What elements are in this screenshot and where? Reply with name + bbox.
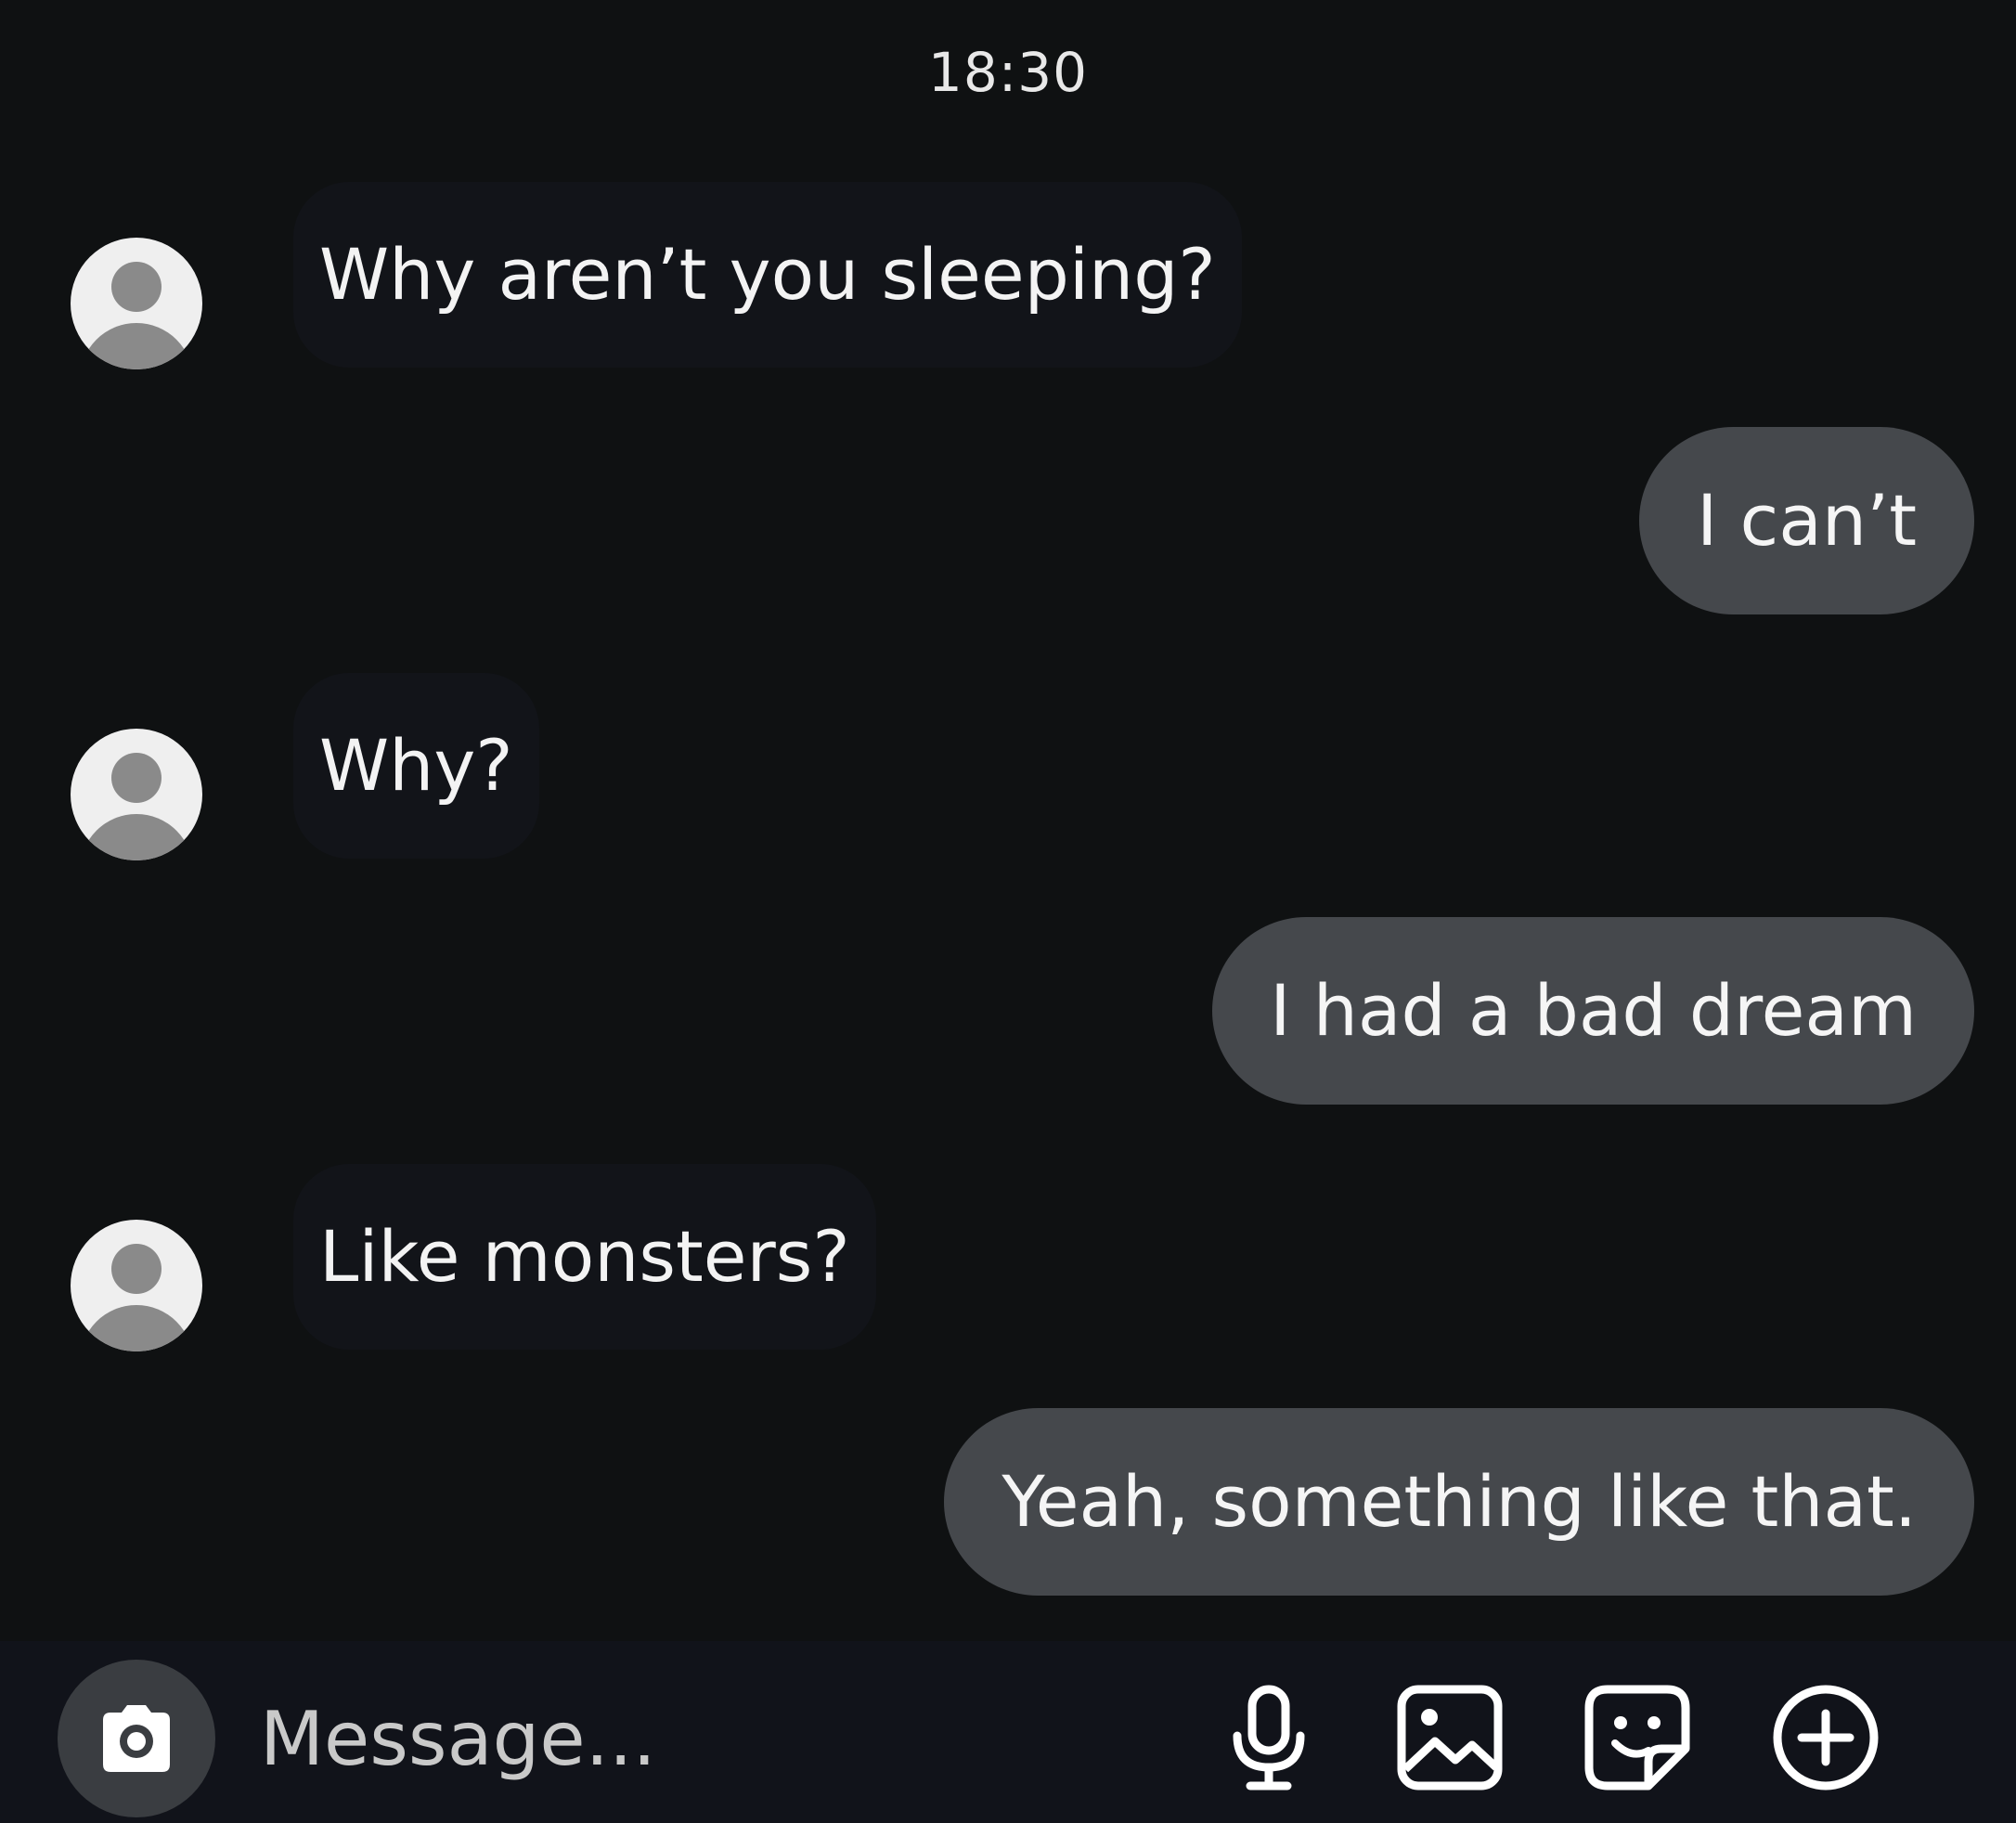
sticker-button[interactable] bbox=[1580, 1680, 1695, 1795]
message-input[interactable] bbox=[260, 1678, 1170, 1799]
gallery-icon bbox=[1397, 1685, 1503, 1791]
message-row: I had a bad dream bbox=[0, 917, 2016, 1105]
gallery-button[interactable] bbox=[1392, 1680, 1507, 1795]
sender-avatar[interactable] bbox=[71, 238, 202, 369]
sticker-icon bbox=[1584, 1685, 1690, 1791]
add-button[interactable] bbox=[1768, 1680, 1883, 1795]
message-row: Like monsters? bbox=[0, 1164, 2016, 1351]
incoming-message-bubble[interactable]: Why? bbox=[293, 673, 539, 859]
avatar-head-icon bbox=[111, 753, 162, 803]
microphone-button[interactable] bbox=[1211, 1680, 1326, 1795]
camera-button[interactable] bbox=[58, 1660, 215, 1817]
incoming-message-bubble[interactable]: Like monsters? bbox=[293, 1164, 876, 1350]
message-composer bbox=[0, 1641, 2016, 1823]
avatar-body-icon bbox=[80, 814, 193, 860]
sender-avatar[interactable] bbox=[71, 1220, 202, 1351]
incoming-message-bubble[interactable]: Why aren’t you sleeping? bbox=[293, 182, 1242, 368]
sender-avatar[interactable] bbox=[71, 729, 202, 860]
message-timestamp: 18:30 bbox=[927, 41, 1089, 104]
avatar-body-icon bbox=[80, 1305, 193, 1351]
microphone-icon bbox=[1233, 1685, 1305, 1791]
outgoing-message-bubble[interactable]: I had a bad dream bbox=[1212, 917, 1974, 1105]
message-row: Why aren’t you sleeping? bbox=[0, 182, 2016, 369]
avatar-head-icon bbox=[111, 1244, 162, 1294]
message-row: Yeah, something like that. bbox=[0, 1408, 2016, 1596]
message-row: I can’t bbox=[0, 427, 2016, 614]
add-icon bbox=[1773, 1685, 1879, 1791]
outgoing-message-bubble[interactable]: I can’t bbox=[1638, 427, 1974, 614]
message-row: Why? bbox=[0, 673, 2016, 860]
camera-icon bbox=[103, 1705, 170, 1772]
avatar-head-icon bbox=[111, 262, 162, 312]
chat-screen: 18:30 Why aren’t you sleeping? I can’t W… bbox=[0, 0, 2016, 1823]
avatar-body-icon bbox=[80, 323, 193, 369]
outgoing-message-bubble[interactable]: Yeah, something like that. bbox=[944, 1408, 1974, 1596]
